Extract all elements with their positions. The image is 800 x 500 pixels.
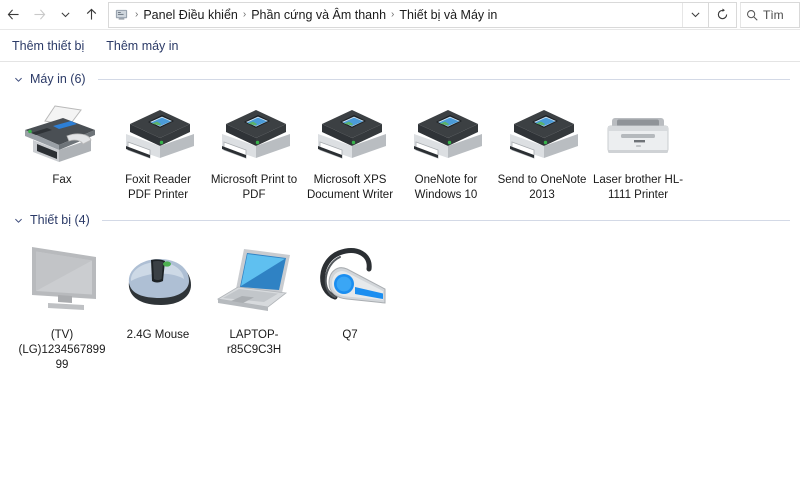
- printers-grid: Fax Foxit Reader PDF Printer Microsoft P…: [10, 90, 790, 203]
- breadcrumb: › Panel Điều khiển › Phần cứng và Âm tha…: [133, 3, 682, 27]
- up-button[interactable]: [78, 1, 104, 29]
- item-label: LAPTOP-r85C9C3H: [226, 329, 282, 356]
- search-icon: [741, 3, 763, 27]
- laser-printer-icon: [593, 94, 683, 166]
- item-label: Fax: [52, 174, 72, 186]
- section-header-devices[interactable]: Thiết bị (4): [10, 203, 790, 231]
- add-device-button[interactable]: Thêm thiết bị: [12, 30, 84, 62]
- breadcrumb-separator: ›: [135, 8, 139, 20]
- list-item[interactable]: Send to OneNote 2013: [494, 90, 590, 203]
- forward-button[interactable]: [26, 1, 52, 29]
- refresh-button[interactable]: [709, 1, 737, 28]
- list-item[interactable]: (TV)(LG)123456789999: [14, 231, 110, 373]
- recent-locations-button[interactable]: [52, 1, 78, 29]
- item-label: Foxit Reader PDF Printer: [125, 174, 191, 201]
- section-divider: [101, 219, 790, 221]
- section-divider: [97, 78, 790, 80]
- address-bar: › Panel Điều khiển › Phần cứng và Âm tha…: [0, 0, 800, 30]
- item-label: Microsoft Print to PDF: [210, 174, 298, 201]
- section-title-printers: Máy in (6): [30, 72, 86, 86]
- command-toolbar: Thêm thiết bị Thêm máy in: [0, 30, 800, 62]
- item-label: Send to OneNote 2013: [497, 174, 587, 201]
- item-label: OneNote for Windows 10: [414, 174, 478, 201]
- printer-icon: [209, 94, 299, 166]
- fax-icon: [17, 94, 107, 166]
- printer-icon: [305, 94, 395, 166]
- back-button[interactable]: [0, 1, 26, 29]
- monitor-icon: [17, 235, 107, 321]
- printer-icon: [401, 94, 491, 166]
- item-label: Laser brother HL-1111 Printer: [592, 174, 684, 201]
- list-item[interactable]: Microsoft Print to PDF: [206, 90, 302, 203]
- breadcrumb-dropdown-icon[interactable]: [682, 2, 708, 27]
- item-label: Microsoft XPS Document Writer: [306, 174, 394, 201]
- list-item[interactable]: Foxit Reader PDF Printer: [110, 90, 206, 203]
- search-box[interactable]: Tìm: [740, 1, 800, 28]
- add-printer-button[interactable]: Thêm máy in: [106, 30, 178, 62]
- breadcrumb-item-hardware-and-sound[interactable]: Phần cứng và Âm thanh: [248, 3, 389, 27]
- list-item[interactable]: LAPTOP-r85C9C3H: [206, 231, 302, 373]
- breadcrumb-separator: ›: [391, 8, 395, 20]
- list-item[interactable]: Laser brother HL-1111 Printer: [590, 90, 686, 203]
- mouse-icon: [113, 235, 203, 321]
- breadcrumb-item-devices-and-printers[interactable]: Thiết bị và Máy in: [396, 3, 500, 27]
- devices-grid: (TV)(LG)123456789999 2.4G Mouse LAPTOP-r…: [10, 231, 790, 373]
- content-area: Máy in (6) Fax Foxit Reader PDF Printer …: [0, 62, 800, 373]
- printer-icon: [497, 94, 587, 166]
- item-label: (TV)(LG)123456789999: [18, 329, 106, 371]
- breadcrumb-separator: ›: [242, 8, 247, 20]
- section-header-printers[interactable]: Máy in (6): [10, 62, 790, 90]
- control-panel-icon: [109, 3, 133, 27]
- item-label: Q7: [342, 329, 358, 341]
- printer-icon: [113, 94, 203, 166]
- chevron-down-icon[interactable]: [12, 74, 24, 85]
- list-item[interactable]: Q7: [302, 231, 398, 373]
- list-item[interactable]: OneNote for Windows 10: [398, 90, 494, 203]
- breadcrumb-item-control-panel[interactable]: Panel Điều khiển: [140, 3, 241, 27]
- list-item[interactable]: 2.4G Mouse: [110, 231, 206, 373]
- breadcrumb-bar[interactable]: › Panel Điều khiển › Phần cứng và Âm tha…: [108, 1, 709, 28]
- search-input[interactable]: Tìm: [763, 8, 784, 22]
- list-item[interactable]: Fax: [14, 90, 110, 203]
- laptop-icon: [209, 235, 299, 321]
- chevron-down-icon[interactable]: [12, 215, 24, 226]
- list-item[interactable]: Microsoft XPS Document Writer: [302, 90, 398, 203]
- headset-icon: [305, 235, 395, 321]
- section-title-devices: Thiết bị (4): [30, 213, 90, 227]
- item-label: 2.4G Mouse: [126, 329, 190, 341]
